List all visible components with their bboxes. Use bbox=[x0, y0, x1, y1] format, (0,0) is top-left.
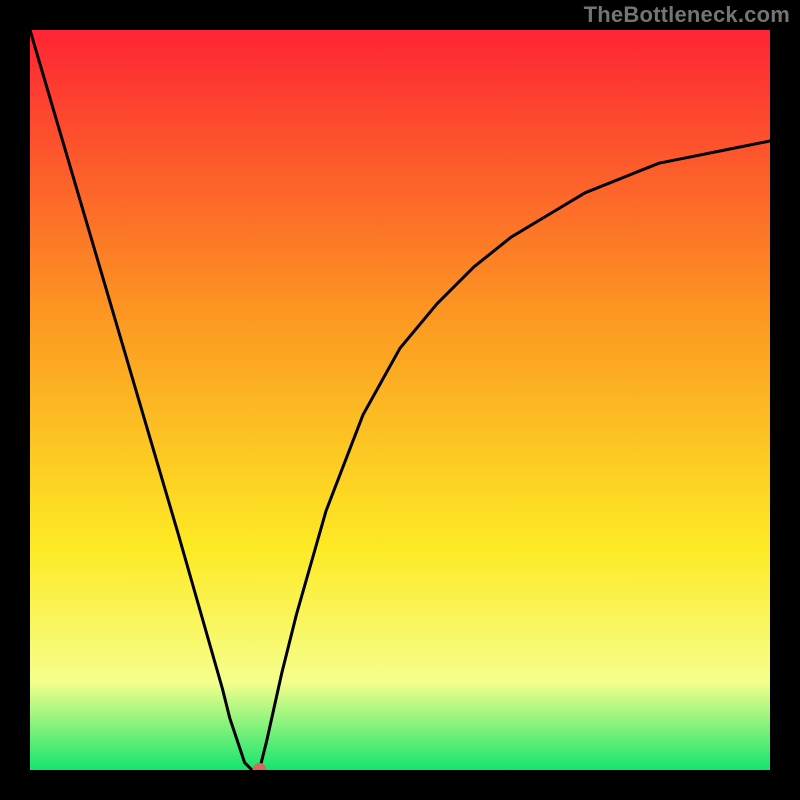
plot-area bbox=[30, 30, 770, 770]
chart-frame: TheBottleneck.com bbox=[0, 0, 800, 800]
gradient-background bbox=[30, 30, 770, 770]
bottleneck-plot bbox=[30, 30, 770, 770]
watermark-text: TheBottleneck.com bbox=[584, 2, 790, 28]
